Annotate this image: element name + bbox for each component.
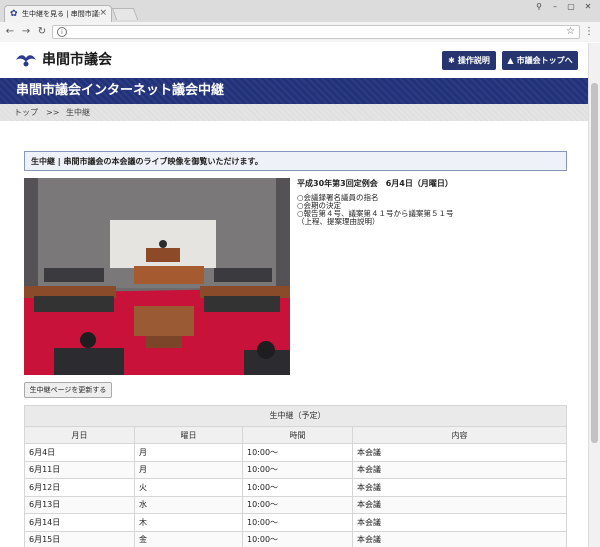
cell-date: 6月15日 (24, 530, 135, 547)
gear-icon: ✱ (448, 56, 455, 65)
cell-time: 10:00～ (242, 530, 353, 547)
tab-strip: ✿ 生中継を見る | 串間市議会 × ⚲ – ▢ ✕ (0, 0, 600, 22)
window-close-icon[interactable]: ✕ (581, 2, 595, 12)
cell-time: 10:00～ (242, 478, 353, 497)
title-banner: 串間市議会インターネット議会中継 (0, 78, 588, 104)
cell-content: 本会議 (352, 443, 567, 462)
table-row: 6月15日 金 10:00～ 本会議 (24, 530, 567, 547)
cell-content: 本会議 (352, 495, 567, 514)
building-icon: ▲ (507, 56, 514, 65)
forward-icon[interactable]: → (20, 26, 32, 38)
table-row: 6月12日 火 10:00～ 本会議 (24, 478, 567, 497)
tab-title: 生中継を見る | 串間市議会 (22, 10, 100, 18)
page: 串間市議会 ✱ 操作説明 ▲ 市議会トップへ 串間市議会インターネット議会中継 トッ… (0, 43, 588, 547)
live-video-player[interactable] (24, 178, 290, 375)
minimize-icon[interactable]: – (548, 2, 562, 12)
table-row: 6月13日 水 10:00～ 本会議 (24, 495, 567, 514)
site-header: 串間市議会 ✱ 操作説明 ▲ 市議会トップへ (0, 43, 588, 77)
cell-date: 6月13日 (24, 495, 135, 514)
banner-title: 串間市議会インターネット議会中継 (16, 83, 225, 98)
header-content: 内容 (352, 426, 567, 444)
schedule-caption: 生中継（予定） (24, 405, 567, 427)
cell-content: 本会議 (352, 478, 567, 497)
bookmark-star-icon[interactable]: ☆ (566, 26, 575, 38)
help-button[interactable]: ✱ 操作説明 (442, 51, 496, 70)
agenda-list: ○会議録署名議員の指名 ○会期の決定 ○報告第４号、議案第４１号から議案第５１号… (297, 194, 454, 226)
vertical-scrollbar[interactable] (588, 43, 600, 547)
breadcrumb-current: 生中継 (66, 108, 90, 117)
schedule-table: 生中継（予定） 月日 曜日 時間 内容 6月4日 月 10:00～ 本会議 6月… (24, 405, 567, 547)
cell-weekday: 火 (134, 478, 243, 497)
user-icon[interactable]: ⚲ (532, 2, 546, 12)
cell-date: 6月12日 (24, 478, 135, 497)
council-chamber-image (24, 178, 290, 375)
cell-time: 10:00～ (242, 513, 353, 532)
cell-content: 本会議 (352, 513, 567, 532)
breadcrumb: トップ >> 生中継 (0, 104, 588, 121)
cell-date: 6月11日 (24, 460, 135, 479)
cell-time: 10:00～ (242, 460, 353, 479)
breadcrumb-separator: >> (46, 108, 60, 117)
cell-weekday: 金 (134, 530, 243, 547)
council-top-button-label: 市議会トップへ (516, 56, 573, 65)
cell-time: 10:00～ (242, 495, 353, 514)
table-row: 6月11日 月 10:00～ 本会議 (24, 460, 567, 479)
notice-box: 生中継 | 串間市議会の本会議のライブ映像を御覧いただけます。 (24, 151, 567, 171)
help-button-label: 操作説明 (457, 56, 490, 65)
cell-content: 本会議 (352, 530, 567, 547)
scrollbar-thumb[interactable] (591, 83, 598, 443)
city-logo-icon (16, 55, 36, 67)
agenda-item: （上程、提案理由説明） (297, 217, 380, 226)
header-date: 月日 (24, 426, 135, 444)
close-tab-icon[interactable]: × (99, 8, 107, 18)
council-top-button[interactable]: ▲ 市議会トップへ (502, 51, 578, 70)
maximize-icon[interactable]: ▢ (564, 2, 578, 12)
table-row: 6月14日 木 10:00～ 本会議 (24, 513, 567, 532)
new-tab-button[interactable] (111, 8, 139, 20)
cell-date: 6月14日 (24, 513, 135, 532)
header-time: 時間 (242, 426, 353, 444)
session-title: 平成30年第3回定例会 6月4日（月曜日） (297, 179, 453, 188)
browser-tab[interactable]: ✿ 生中継を見る | 串間市議会 × (4, 5, 112, 22)
cell-weekday: 水 (134, 495, 243, 514)
notice-text: 生中継 | 串間市議会の本会議のライブ映像を御覧いただけます。 (31, 157, 263, 166)
table-row: 6月4日 月 10:00～ 本会議 (24, 443, 567, 462)
cell-date: 6月4日 (24, 443, 135, 462)
browser-menu-icon[interactable]: ⋮ (584, 25, 594, 39)
breadcrumb-top-link[interactable]: トップ (14, 108, 38, 118)
cell-weekday: 月 (134, 460, 243, 479)
cell-weekday: 月 (134, 443, 243, 462)
favicon-icon: ✿ (10, 9, 18, 19)
refresh-page-button[interactable]: 生中継ページを更新する (24, 382, 112, 398)
site-name[interactable]: 串間市議会 (42, 51, 112, 69)
cell-time: 10:00～ (242, 443, 353, 462)
back-icon[interactable]: ← (4, 26, 16, 38)
address-bar[interactable]: i ☆ (52, 25, 580, 39)
browser-toolbar: ← → ↻ i ☆ (0, 22, 600, 42)
site-info-icon[interactable]: i (57, 27, 67, 37)
cell-content: 本会議 (352, 460, 567, 479)
header-weekday: 曜日 (134, 426, 243, 444)
browser-chrome: ✿ 生中継を見る | 串間市議会 × ⚲ – ▢ ✕ ← → ↻ i ☆ ⋮ (0, 0, 600, 42)
cell-weekday: 木 (134, 513, 243, 532)
reload-icon[interactable]: ↻ (36, 26, 48, 38)
